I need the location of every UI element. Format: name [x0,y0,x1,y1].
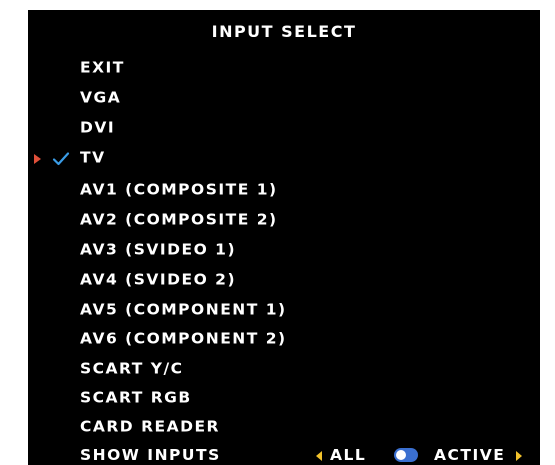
menu-item-exit[interactable]: EXIT [80,60,125,76]
menu-item-scart-rgb[interactable]: SCART RGB [80,390,192,406]
selection-pointer-icon [34,154,41,164]
show-inputs-label: SHOW INPUTS [80,446,221,464]
menu-item-tv[interactable]: TV [80,150,106,166]
menu-item-dvi[interactable]: DVI [80,120,115,136]
menu-item-vga[interactable]: VGA [80,90,121,106]
input-select-menu: INPUT SELECT EXIT VGA DVI TV AV1 (COMPOS… [28,10,540,465]
menu-item-av6[interactable]: AV6 (COMPONENT 2) [80,331,287,347]
menu-item-av1[interactable]: AV1 (COMPOSITE 1) [80,182,278,198]
menu-item-av4[interactable]: AV4 (SVIDEO 2) [80,272,236,288]
menu-item-av5[interactable]: AV5 (COMPONENT 1) [80,302,287,318]
menu-item-card-reader[interactable]: CARD READER [80,419,220,435]
menu-item-av2[interactable]: AV2 (COMPOSITE 2) [80,212,278,228]
menu-item-av3[interactable]: AV3 (SVIDEO 1) [80,242,236,258]
checkmark-icon [52,152,70,166]
menu-item-scart-yc[interactable]: SCART Y/C [80,361,184,377]
toggle-knob [396,450,406,460]
toggle-switch-icon[interactable] [394,448,418,462]
triangle-right-icon[interactable] [516,451,522,461]
triangle-left-icon[interactable] [316,451,322,461]
show-inputs-option-active[interactable]: ACTIVE [434,447,505,464]
show-inputs-option-all[interactable]: ALL [330,447,366,464]
menu-title: INPUT SELECT [211,22,357,41]
